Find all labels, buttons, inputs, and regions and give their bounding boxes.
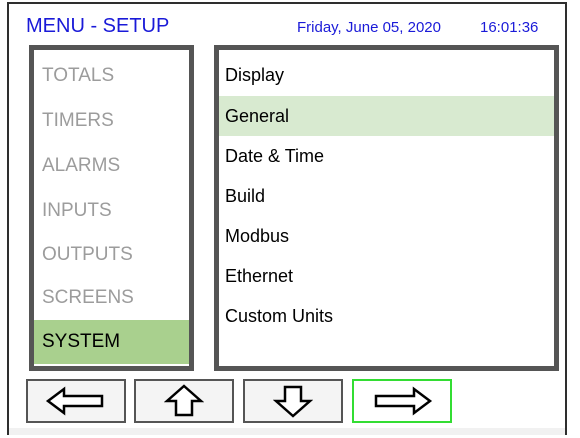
arrow-left-icon (45, 386, 104, 416)
menu-item-system[interactable]: SYSTEM (34, 320, 189, 364)
menu-item-timers[interactable]: TIMERS (34, 99, 189, 143)
category-menu: TOTALS TIMERS ALARMS INPUTS OUTPUTS SCRE… (29, 45, 194, 371)
date-display: Friday, June 05, 2020 (297, 19, 441, 36)
arrow-up-icon (164, 384, 204, 417)
submenu-item-modbus[interactable]: Modbus (219, 216, 554, 256)
submenu-item-display[interactable]: Display (219, 55, 554, 95)
footer-strip (9, 428, 565, 435)
submenu-item-date-time[interactable]: Date & Time (219, 136, 554, 176)
header-bar: MENU - SETUP Friday, June 05, 2020 16:01… (9, 4, 565, 40)
menu-item-inputs[interactable]: INPUTS (34, 189, 189, 233)
nav-up-button[interactable] (134, 379, 234, 423)
arrow-down-icon (273, 385, 313, 418)
nav-left-button[interactable] (26, 379, 126, 423)
menu-item-totals[interactable]: TOTALS (34, 54, 189, 98)
nav-down-button[interactable] (243, 379, 343, 423)
arrow-right-icon (374, 386, 433, 416)
submenu-item-build[interactable]: Build (219, 176, 554, 216)
setup-screen: MENU - SETUP Friday, June 05, 2020 16:01… (7, 2, 567, 435)
submenu-item-ethernet[interactable]: Ethernet (219, 256, 554, 296)
time-display: 16:01:36 (480, 19, 539, 36)
page-title: MENU - SETUP (26, 15, 170, 37)
menu-item-alarms[interactable]: ALARMS (34, 144, 189, 188)
menu-item-screens[interactable]: SCREENS (34, 276, 189, 320)
submenu-panel: Display General Date & Time Build Modbus… (214, 45, 559, 371)
nav-right-button[interactable] (352, 379, 452, 423)
submenu-item-general[interactable]: General (219, 96, 554, 136)
menu-item-outputs[interactable]: OUTPUTS (34, 233, 189, 277)
submenu-item-custom-units[interactable]: Custom Units (219, 296, 554, 336)
